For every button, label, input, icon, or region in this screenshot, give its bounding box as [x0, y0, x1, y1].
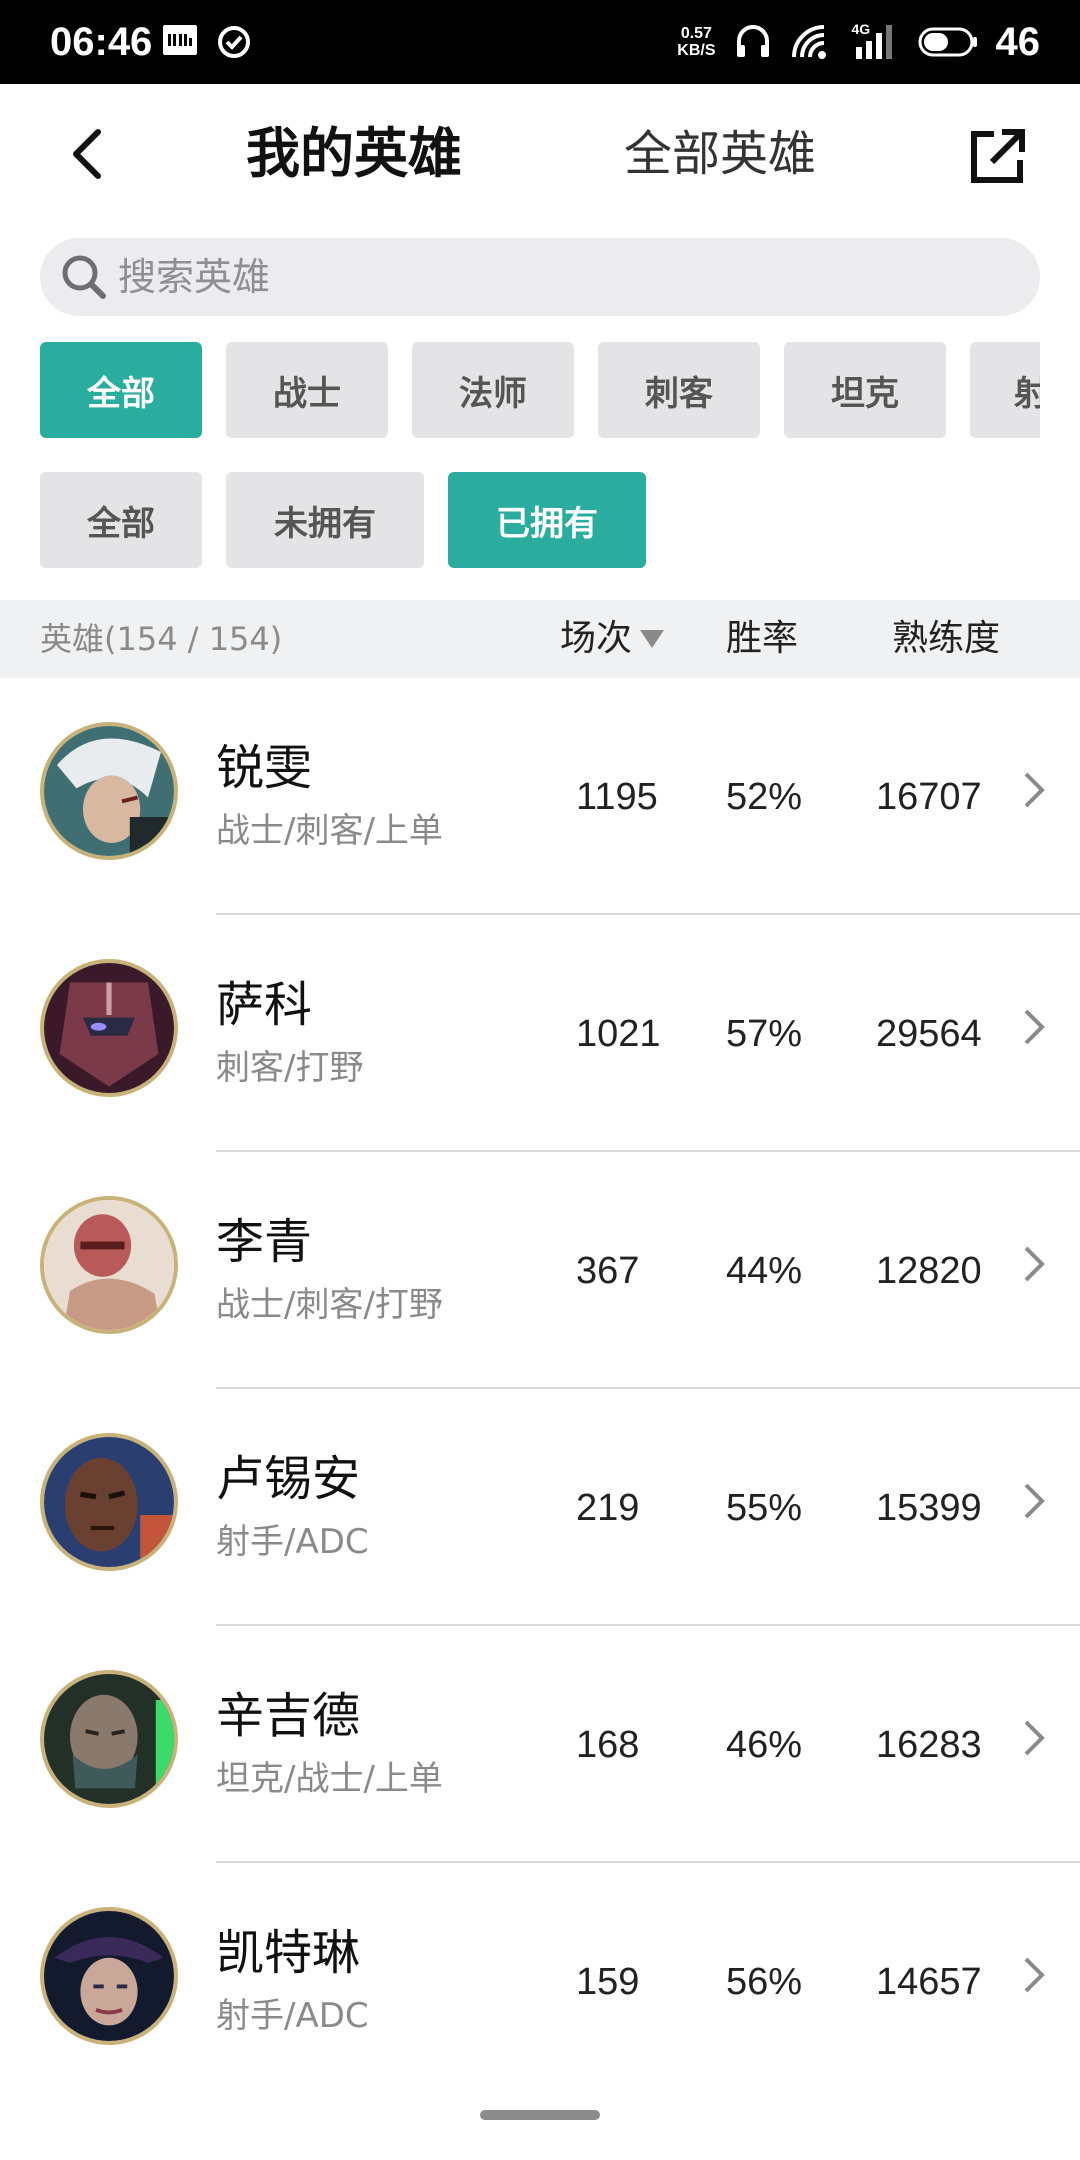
hero-name: 锐雯	[216, 740, 313, 796]
sort-winrate[interactable]: 胜率	[726, 600, 798, 678]
headphones-icon	[736, 25, 769, 57]
chip-role-marksman[interactable]: 射手	[970, 342, 1040, 438]
hero-matches: 159	[576, 1961, 640, 2003]
hero-roles: 战士/刺客/上单	[216, 811, 443, 851]
chip-role-tank[interactable]: 坦克	[784, 342, 946, 438]
hero-row-singed[interactable]: 辛吉德 坦克/战士/上单 168 46% 16283	[0, 1626, 1080, 1863]
search-icon	[62, 255, 106, 299]
hero-name: 萨科	[216, 977, 313, 1033]
hero-avatar	[40, 959, 178, 1097]
matches-label: 场次	[560, 618, 633, 659]
hero-mastery: 12820	[876, 1250, 982, 1292]
hero-roles: 坦克/战士/上单	[216, 1759, 443, 1799]
chip-role-assassin[interactable]: 刺客	[598, 342, 760, 438]
hero-mastery: 16283	[876, 1724, 982, 1766]
hero-avatar	[40, 1907, 178, 2045]
search-bar[interactable]	[40, 238, 1040, 316]
home-indicator[interactable]	[480, 2110, 600, 2120]
status-icons: 0.57 KB/S 4G 46	[677, 18, 1040, 66]
chevron-right-icon	[1024, 1246, 1045, 1282]
sort-desc-icon	[640, 630, 665, 648]
chip-not-owned[interactable]: 未拥有	[226, 472, 424, 568]
bilibili-icon	[163, 25, 197, 55]
tab-my-heroes[interactable]: 我的英雄	[246, 120, 462, 188]
hero-count: 英雄(154 / 154)	[40, 620, 283, 658]
hero-avatar	[40, 1670, 178, 1808]
hero-matches: 367	[576, 1250, 640, 1292]
hero-avatar	[40, 722, 178, 860]
hero-matches: 1021	[576, 1013, 661, 1055]
hero-winrate: 46%	[726, 1724, 803, 1766]
list-header: 英雄(154 / 154) 场次 胜率 熟练度	[0, 600, 1080, 678]
hero-mastery: 15399	[876, 1487, 982, 1529]
net-speed-unit: KB/S	[677, 42, 716, 59]
hero-name: 李青	[216, 1214, 313, 1270]
role-filter: 全部 战士 法师 刺客 坦克 射手	[40, 342, 1040, 438]
status-time: 06:46	[50, 20, 153, 64]
battery-level: 46	[995, 19, 1041, 64]
chip-role-all[interactable]: 全部	[40, 342, 202, 438]
sort-mastery[interactable]: 熟练度	[892, 600, 1000, 678]
hero-winrate: 55%	[726, 1487, 803, 1529]
hero-roles: 射手/ADC	[216, 1996, 369, 2036]
hero-name: 凯特琳	[216, 1925, 361, 1981]
chevron-right-icon	[1024, 772, 1045, 808]
chip-owned[interactable]: 已拥有	[448, 472, 646, 568]
header: 我的英雄 全部英雄	[0, 84, 1080, 220]
tab-all-heroes[interactable]: 全部英雄	[624, 120, 816, 188]
chevron-right-icon	[1024, 1483, 1045, 1519]
hero-winrate: 56%	[726, 1961, 803, 2003]
net-speed: 0.57 KB/S	[677, 25, 715, 59]
hero-row-caitlyn[interactable]: 凯特琳 射手/ADC 159 56% 14657	[0, 1863, 1080, 2100]
hero-name: 卢锡安	[216, 1451, 361, 1507]
check-circle-icon	[218, 26, 250, 58]
hero-row-zac[interactable]: 萨科 刺客/打野 1021 57% 29564	[0, 915, 1080, 1152]
hero-avatar	[40, 1196, 178, 1334]
ownership-filter: 全部 未拥有 已拥有	[40, 472, 1040, 568]
hero-matches: 1195	[576, 776, 658, 818]
status-bar: 06:46 0.57 KB/S 4G 46	[0, 0, 1080, 84]
hero-mastery: 29564	[876, 1013, 982, 1055]
hero-matches: 219	[576, 1487, 640, 1529]
hero-list: 锐雯 战士/刺客/上单 1195 52% 16707 萨科 刺客/打野 1021…	[0, 678, 1080, 2100]
back-icon[interactable]	[60, 124, 120, 184]
sort-matches[interactable]: 场次	[560, 600, 666, 678]
hero-row-riven[interactable]: 锐雯 战士/刺客/上单 1195 52% 16707	[0, 678, 1080, 915]
hero-row-lucian[interactable]: 卢锡安 射手/ADC 219 55% 15399	[0, 1389, 1080, 1626]
hero-winrate: 57%	[726, 1013, 803, 1055]
hero-winrate: 52%	[726, 776, 803, 818]
hero-roles: 刺客/打野	[216, 1048, 364, 1088]
wifi-icon	[791, 25, 826, 59]
chevron-right-icon	[1024, 1009, 1045, 1045]
chip-role-fighter[interactable]: 战士	[226, 342, 388, 438]
hero-roles: 射手/ADC	[216, 1522, 369, 1562]
hero-mastery: 14657	[876, 1961, 982, 2003]
hero-winrate: 44%	[726, 1250, 803, 1292]
hero-roles: 战士/刺客/打野	[216, 1285, 443, 1325]
chevron-right-icon	[1024, 1957, 1045, 1993]
battery-icon	[918, 27, 977, 57]
hero-mastery: 16707	[876, 776, 982, 818]
search-input[interactable]	[116, 254, 1020, 300]
chip-owned-all[interactable]: 全部	[40, 472, 202, 568]
hero-row-leesin[interactable]: 李青 战士/刺客/打野 367 44% 12820	[0, 1152, 1080, 1389]
signal-icon: 4G	[852, 21, 900, 61]
net-speed-value: 0.57	[680, 25, 712, 42]
hero-matches: 168	[576, 1724, 640, 1766]
hero-name: 辛吉德	[216, 1688, 361, 1744]
chevron-right-icon	[1024, 1720, 1045, 1756]
chip-role-mage[interactable]: 法师	[412, 342, 574, 438]
share-icon[interactable]	[966, 124, 1030, 188]
hero-avatar	[40, 1433, 178, 1571]
